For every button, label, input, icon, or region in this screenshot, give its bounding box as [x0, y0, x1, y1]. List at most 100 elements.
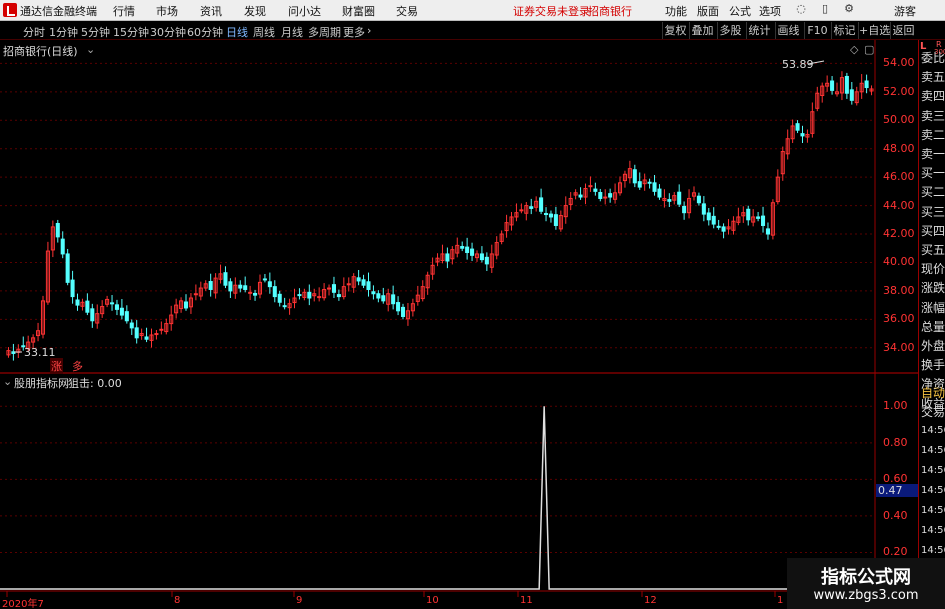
candle-up [346, 283, 351, 286]
candle-down [129, 322, 134, 329]
candle-down [119, 307, 124, 316]
guest-label[interactable]: 游客 [894, 3, 916, 19]
duogu-button[interactable]: 多股 [717, 22, 743, 39]
chart-title: 招商银行(日线) [3, 45, 78, 58]
period-fenshi[interactable]: 分时 [23, 24, 45, 40]
candle-down [331, 284, 336, 293]
menu-caifuquan[interactable]: 财富圈 [342, 3, 375, 19]
menu-faxian[interactable]: 发现 [244, 3, 266, 19]
tongji-button[interactable]: 统计 [746, 22, 772, 39]
title-bar: 通达信金融终端 行情 市场 资讯 发现 问小达 财富圈 交易 证券交易未登录 招… [0, 0, 945, 21]
diejia-button[interactable]: 叠加 [689, 22, 715, 39]
period-1min[interactable]: 1分钟 [49, 24, 78, 40]
menu-jiaoyi[interactable]: 交易 [396, 3, 418, 19]
menu-hangqing[interactable]: 行情 [113, 3, 135, 19]
gear-icon[interactable]: ⚙ [840, 2, 858, 18]
candle-down [307, 291, 312, 299]
login-status[interactable]: 证券交易未登录 [513, 3, 590, 19]
candle-down [223, 272, 228, 286]
price-tick-label: 38.00 [883, 283, 915, 297]
quote-item-label: 总量 [921, 319, 945, 334]
menu-xuanxiang[interactable]: 选项 [759, 3, 781, 19]
diamond-icon[interactable]: ◇ [850, 43, 858, 56]
price-tick-label: 42.00 [883, 227, 915, 241]
candle-down [578, 194, 583, 198]
candle-down [746, 208, 751, 221]
menu-zixun[interactable]: 资讯 [200, 3, 222, 19]
long-marker: 多 [72, 360, 83, 373]
phone-icon[interactable]: ▯ [816, 2, 834, 18]
menu-shichang[interactable]: 市场 [156, 3, 178, 19]
candle-down [55, 222, 60, 238]
period-daily[interactable]: 日线 [226, 24, 248, 40]
candle-down [366, 281, 371, 290]
period-monthly[interactable]: 月线 [281, 24, 303, 40]
menu-wenxiaoda[interactable]: 问小达 [288, 3, 321, 19]
candle-down [282, 305, 287, 308]
candle-down [529, 206, 534, 209]
candle-down [396, 302, 401, 312]
candle-down [795, 123, 800, 131]
date-tick-label: 2020年7 [2, 599, 44, 609]
auto-label[interactable]: 自动 [921, 384, 945, 401]
candle-down [647, 181, 652, 184]
quote-item-label: 买五 [921, 243, 945, 257]
menu-gongshi[interactable]: 公式 [729, 3, 751, 19]
fuquan-button[interactable]: 复权 [662, 22, 688, 39]
candle-down [65, 253, 70, 283]
app-window: 通达信金融终端 行情 市场 资讯 发现 问小达 财富圈 交易 证券交易未登录 招… [0, 0, 945, 609]
candle-up [317, 296, 322, 299]
window-icon[interactable]: ▢ [864, 43, 874, 56]
period-more[interactable]: 更多 [343, 24, 365, 40]
period-multi[interactable]: 多周期 [308, 24, 341, 40]
candle-down [667, 199, 672, 202]
candle-down [706, 212, 711, 221]
add-watchlist-button[interactable]: +自选 [858, 22, 890, 39]
period-5min[interactable]: 5分钟 [81, 24, 110, 40]
trade-time: 14:56 [921, 425, 945, 436]
candle-down [400, 306, 406, 317]
price-tick-label: 36.00 [883, 312, 915, 326]
indicator-chevron-icon[interactable]: ⌄ [3, 375, 12, 388]
candle-down [765, 228, 770, 235]
candle-up [154, 333, 159, 336]
indicator-current-value: 0.47 [876, 484, 918, 497]
kline-chart[interactable] [0, 40, 918, 609]
quote-item-label: 买二 [921, 185, 945, 200]
rise-marker: 涨 [50, 358, 63, 374]
trade-label[interactable]: 交易 [921, 403, 945, 420]
menu-gongneng[interactable]: 功能 [665, 3, 687, 19]
quote-item-label: 卖三 [921, 108, 945, 123]
candle-down [381, 295, 386, 302]
biaoji-button[interactable]: 标记 [831, 22, 857, 39]
candle-down [608, 193, 613, 198]
candle-down [376, 293, 381, 299]
candle-down [598, 191, 603, 199]
indicator-tick-label: 1.00 [883, 399, 908, 413]
candle-down [637, 181, 642, 188]
period-60min[interactable]: 60分钟 [187, 24, 223, 40]
candle-up [159, 328, 164, 331]
chart-area[interactable]: 招商银行(日线) ⌄ ◇ ▢ 53.89 33.11 涨 多 ⌄ 股朋指标网 狙… [0, 40, 918, 609]
period-bar: 分时 1分钟 5分钟 15分钟 30分钟 60分钟 日线 周线 月线 多周期 更… [0, 21, 945, 40]
f10-button[interactable]: F10 [804, 22, 830, 39]
chevron-right-icon[interactable]: › [367, 24, 371, 37]
candle-down [361, 279, 366, 286]
quote-item-label: 现价 [921, 262, 945, 277]
menu-banmian[interactable]: 版面 [697, 3, 719, 19]
huaxian-button[interactable]: 画线 [775, 22, 801, 39]
quote-item-label: 卖二 [921, 127, 945, 142]
period-weekly[interactable]: 周线 [253, 24, 275, 40]
candle-down [844, 75, 849, 94]
candle-down [110, 302, 115, 305]
candle-down [253, 292, 258, 296]
candle-down [183, 301, 189, 309]
candle-down [297, 294, 302, 297]
chevron-down-icon[interactable]: ⌄ [86, 43, 95, 56]
headset-icon[interactable]: ◌ [792, 2, 810, 18]
period-30min[interactable]: 30分钟 [150, 24, 186, 40]
period-15min[interactable]: 15分钟 [113, 24, 149, 40]
candle-down [465, 246, 470, 254]
candle-down [470, 248, 475, 256]
back-button[interactable]: 返回 [890, 22, 916, 39]
